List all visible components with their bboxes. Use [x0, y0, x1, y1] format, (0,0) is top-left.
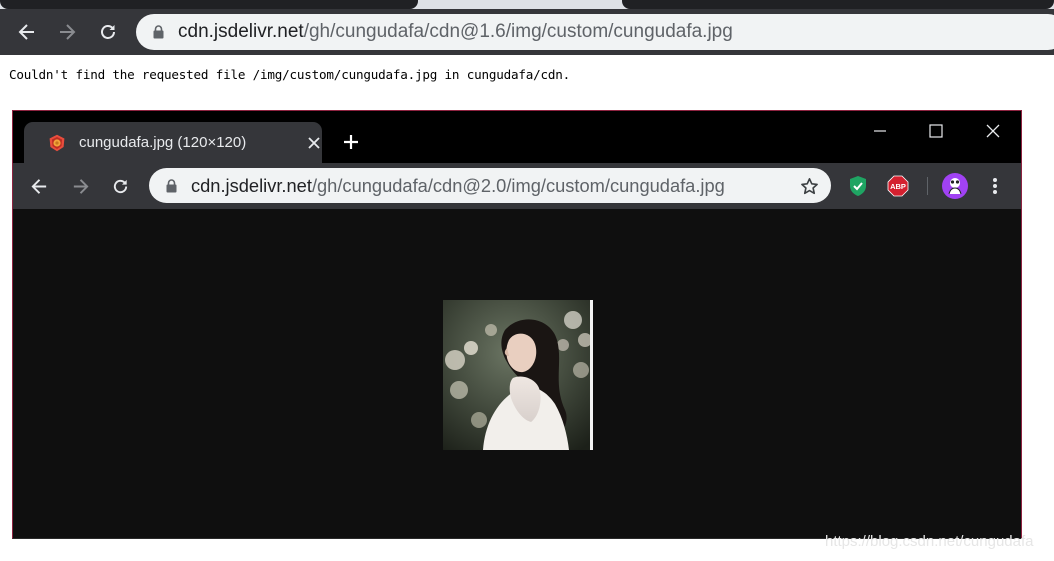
abp-label: ABP: [890, 182, 906, 191]
address-bar[interactable]: cdn.jsdelivr.net/gh/cungudafa/cdn@2.0/im…: [149, 168, 831, 203]
error-message: Couldn't find the requested file /img/cu…: [9, 67, 571, 82]
jsdelivr-favicon-icon: [49, 134, 65, 152]
adblock-plus-button[interactable]: ABP: [887, 175, 909, 197]
watermark: https://blog.csdn.net/cungudafa: [825, 533, 1034, 550]
displayed-image: [443, 300, 593, 450]
arrow-right-icon: [60, 24, 76, 40]
adblock-plus-icon: ABP: [887, 175, 909, 197]
outer-tab-strip: [0, 0, 1054, 9]
lock-icon[interactable]: [151, 24, 165, 40]
portrait-photo: [443, 300, 593, 450]
tab-close-button[interactable]: [305, 134, 323, 152]
profile-avatar-icon: [942, 173, 968, 199]
forward-button[interactable]: [54, 19, 80, 45]
more-vertical-icon: [993, 178, 997, 194]
maximize-button[interactable]: [921, 121, 951, 141]
minimize-button[interactable]: [865, 121, 895, 141]
star-icon: [800, 177, 818, 194]
inner-toolbar: cdn.jsdelivr.net/gh/cungudafa/cdn@2.0/im…: [13, 163, 1021, 209]
reload-icon: [113, 179, 127, 193]
tab-image[interactable]: cungudafa.jpg (120×120): [24, 122, 322, 163]
new-tab-button[interactable]: [340, 131, 362, 153]
forward-button[interactable]: [68, 174, 92, 198]
back-button[interactable]: [27, 174, 51, 198]
close-icon: [308, 137, 320, 149]
shield-extension-button[interactable]: [847, 175, 869, 197]
outer-tab-edge[interactable]: [622, 0, 1054, 9]
arrow-left-icon: [18, 24, 34, 40]
plus-icon: [344, 135, 358, 149]
url-host: cdn.jsdelivr.net: [191, 174, 312, 196]
maximize-icon: [929, 124, 943, 138]
tab-title: cungudafa.jpg (120×120): [79, 134, 247, 151]
toolbar-separator: [927, 177, 928, 195]
outer-tab-edge[interactable]: [0, 0, 418, 9]
url-host: cdn.jsdelivr.net: [178, 21, 304, 42]
minimize-icon: [874, 130, 886, 132]
address-bar[interactable]: cdn.jsdelivr.net/gh/cungudafa/cdn@1.6/im…: [136, 14, 1054, 50]
url-path: /gh/cungudafa/cdn@2.0/img/custom/cunguda…: [311, 174, 725, 196]
back-button[interactable]: [14, 19, 40, 45]
close-window-button[interactable]: [978, 121, 1008, 141]
address-url[interactable]: cdn.jsdelivr.net/gh/cungudafa/cdn@2.0/im…: [191, 175, 725, 197]
shield-check-icon: [850, 176, 866, 196]
inner-tab-strip: cungudafa.jpg (120×120): [13, 111, 1021, 163]
reload-button[interactable]: [108, 174, 132, 198]
arrow-left-icon: [31, 178, 46, 194]
reload-icon: [101, 25, 115, 39]
address-url[interactable]: cdn.jsdelivr.net/gh/cungudafa/cdn@1.6/im…: [178, 21, 733, 43]
embedded-browser-screenshot: cungudafa.jpg (120×120) cdn.jsdelivr.net…: [12, 110, 1022, 539]
bookmark-star-button[interactable]: [799, 176, 819, 196]
outer-toolbar: cdn.jsdelivr.net/gh/cungudafa/cdn@1.6/im…: [0, 9, 1054, 55]
arrow-right-icon: [73, 178, 88, 194]
url-path: /gh/cungudafa/cdn@1.6/img/custom/cunguda…: [303, 21, 733, 42]
lock-icon[interactable]: [164, 178, 178, 194]
reload-button[interactable]: [95, 19, 121, 45]
profile-button[interactable]: [942, 173, 968, 199]
menu-button[interactable]: [984, 175, 1006, 197]
close-icon: [986, 124, 1000, 138]
